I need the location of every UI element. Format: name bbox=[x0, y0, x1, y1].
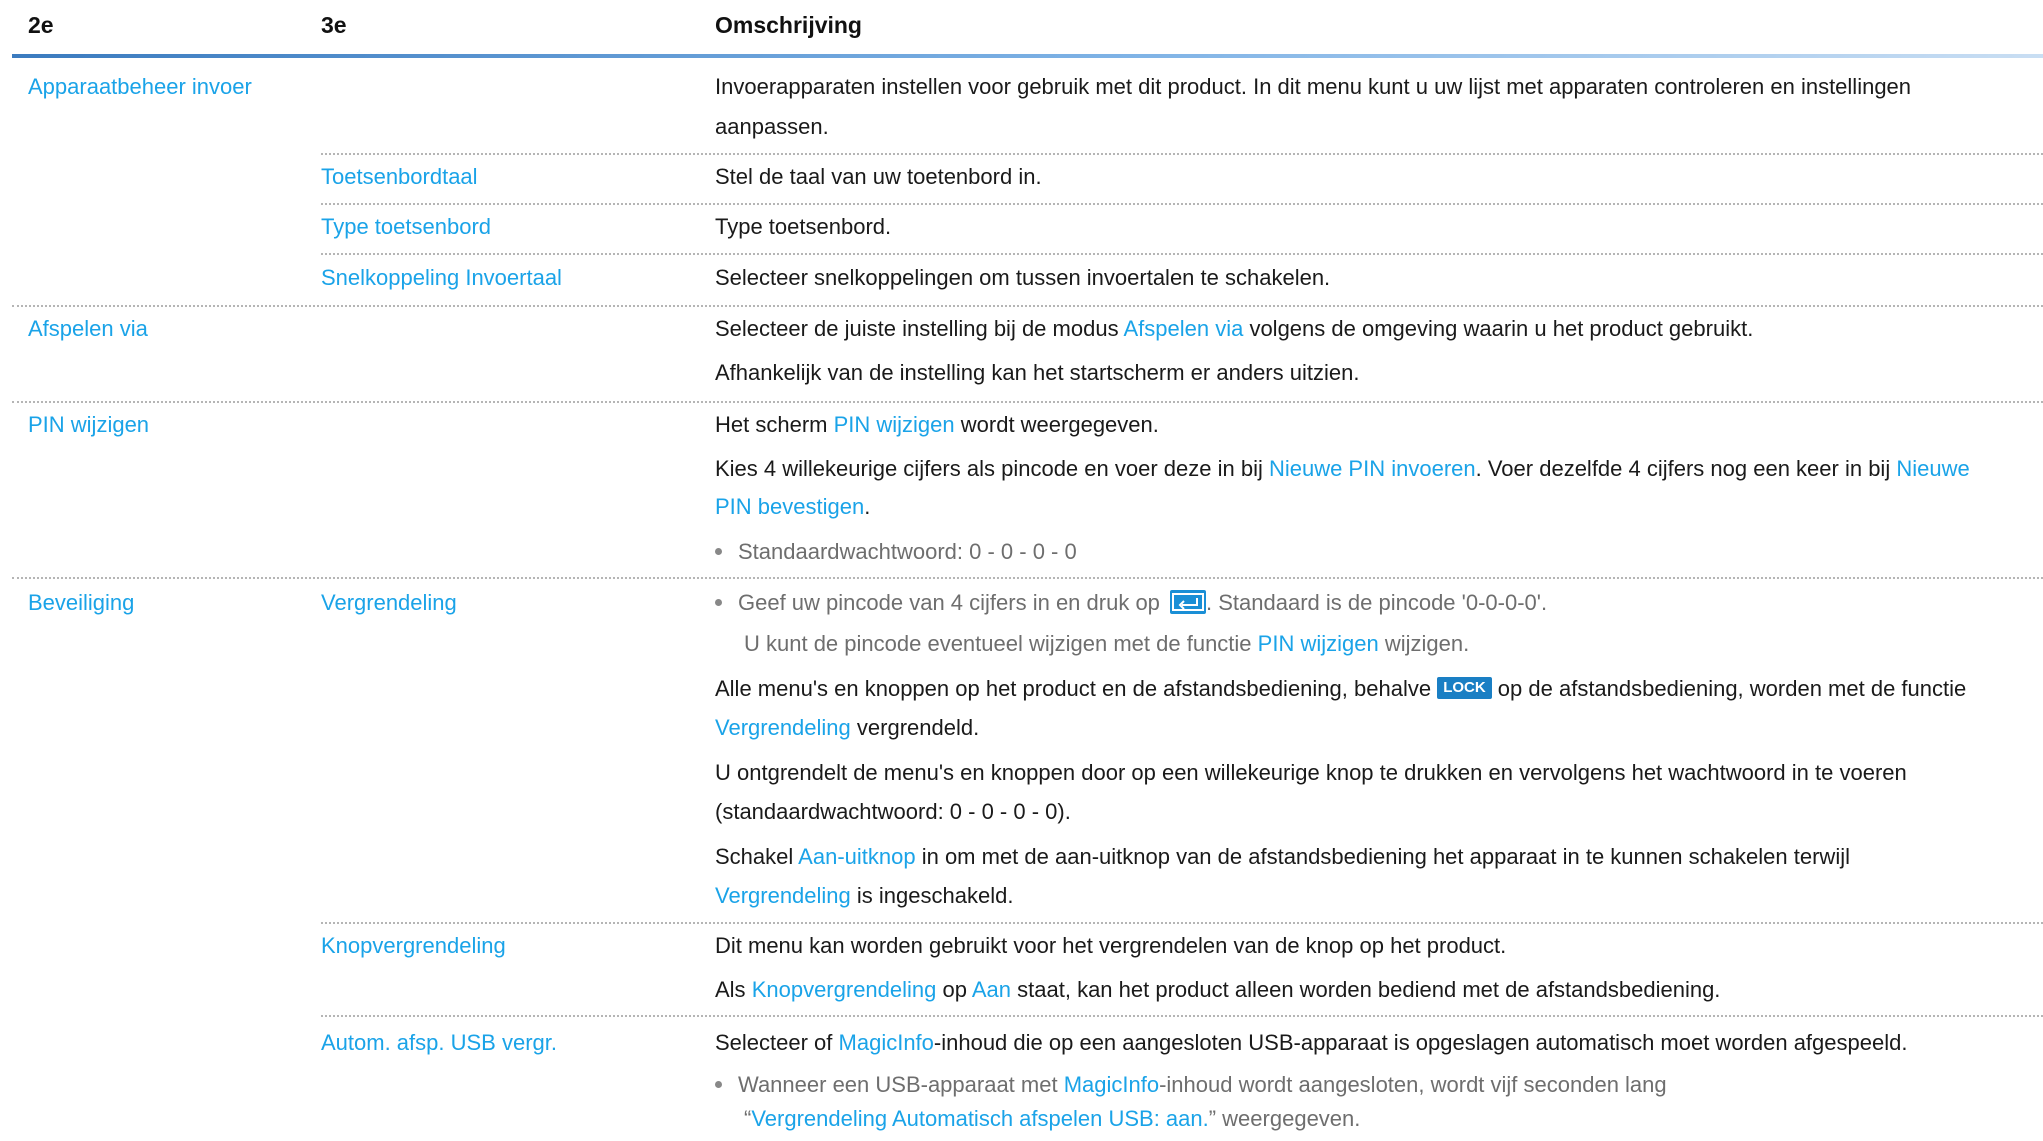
header-col-omschrijving: Omschrijving bbox=[715, 12, 862, 38]
submenu-snelkoppeling-invoertaal[interactable]: Snelkoppeling Invoertaal bbox=[321, 256, 562, 300]
link-aan-uitknop[interactable]: Aan-uitknop bbox=[798, 844, 915, 869]
menu-apparaatbeheer-invoer[interactable]: Apparaatbeheer invoer bbox=[28, 65, 252, 109]
link-pin-wijzigen[interactable]: PIN wijzigen bbox=[1258, 631, 1379, 656]
link-afspelen-via[interactable]: Afspelen via bbox=[1123, 316, 1243, 341]
submenu-autom-afsp-usb-vergr[interactable]: Autom. afsp. USB vergr. bbox=[321, 1021, 557, 1065]
link-magicinfo[interactable]: MagicInfo bbox=[1064, 1072, 1159, 1097]
enter-key-icon bbox=[1170, 590, 1207, 615]
menu-pin-wijzigen[interactable]: PIN wijzigen bbox=[28, 403, 149, 447]
submenu-vergrendeling[interactable]: Vergrendeling bbox=[321, 581, 457, 625]
desc-afspelen-line2: Afhankelijk van de instelling kan het st… bbox=[715, 360, 1360, 385]
desc-vergrendeling-p3: U ontgrendelt de menu's en knoppen door … bbox=[715, 760, 1907, 785]
row-separator bbox=[321, 203, 2043, 205]
row-separator bbox=[321, 153, 2043, 155]
header-rule bbox=[12, 54, 2043, 58]
desc-vergrendeling-p4: (standaardwachtwoord: 0 - 0 - 0 - 0). bbox=[715, 799, 1071, 824]
desc-autom-bullet-line2: “Vergrendeling Automatisch afspelen USB:… bbox=[744, 1106, 1361, 1131]
link-vergrendeling-automatisch-afspelen-usb[interactable]: Vergrendeling Automatisch afspelen USB: … bbox=[751, 1106, 1208, 1131]
link-nieuwe-pin-bevestigen[interactable]: Nieuwe bbox=[1896, 456, 1969, 481]
bullet-dot bbox=[715, 1080, 722, 1088]
desc-toetsenbordtaal: Stel de taal van uw toetenbord in. bbox=[715, 164, 1042, 189]
lock-button-badge: LOCK bbox=[1437, 677, 1492, 700]
table-header: 2e 3e Omschrijving bbox=[0, 0, 2043, 56]
bullet-dot bbox=[715, 547, 722, 555]
desc-afspelen-line1: Selecteer de juiste instelling bij de mo… bbox=[715, 316, 1754, 341]
link-nieuwe-pin-invoeren[interactable]: Nieuwe PIN invoeren bbox=[1269, 456, 1476, 481]
link-vergrendeling[interactable]: Vergrendeling bbox=[715, 715, 851, 740]
desc-vergrendeling-bullet-line2: U kunt de pincode eventueel wijzigen met… bbox=[744, 631, 1470, 656]
header-col-2e: 2e bbox=[28, 12, 54, 38]
menu-afspelen-via[interactable]: Afspelen via bbox=[28, 307, 148, 351]
header-col-3e: 3e bbox=[321, 12, 347, 38]
link-pin-wijzigen[interactable]: PIN wijzigen bbox=[834, 412, 955, 437]
row-separator bbox=[321, 253, 2043, 255]
submenu-toetsenbordtaal[interactable]: Toetsenbordtaal bbox=[321, 155, 478, 199]
desc-vergrendeling-bullet-line1: Geef uw pincode van 4 cijfers in en druk… bbox=[715, 581, 1547, 625]
submenu-knopvergrendeling[interactable]: Knopvergrendeling bbox=[321, 924, 506, 968]
submenu-type-toetsenbord[interactable]: Type toetsenbord bbox=[321, 205, 491, 249]
desc-knopvergrendeling-line1: Dit menu kan worden gebruikt voor het ve… bbox=[715, 933, 1507, 958]
desc-pin-line2: Kies 4 willekeurige cijfers als pincode … bbox=[715, 456, 1970, 481]
desc-type-toetsenbord: Type toetsenbord. bbox=[715, 214, 892, 239]
desc-apparaatbeheer-line1: Invoerapparaten instellen voor gebruik m… bbox=[715, 74, 1912, 99]
desc-apparaatbeheer-line2: aanpassen. bbox=[715, 114, 829, 139]
menu-beveiliging[interactable]: Beveiliging bbox=[28, 581, 134, 625]
desc-pin-line1: Het scherm PIN wijzigen wordt weergegeve… bbox=[715, 412, 1159, 437]
desc-autom-line1: Selecteer of MagicInfo-inhoud die op een… bbox=[715, 1030, 1908, 1055]
link-vergrendeling[interactable]: Vergrendeling bbox=[715, 883, 851, 908]
desc-vergrendeling-p6: Vergrendeling is ingeschakeld. bbox=[715, 883, 1014, 908]
bullet-dot bbox=[715, 598, 722, 606]
row-separator bbox=[321, 1015, 2043, 1017]
desc-vergrendeling-p5: Schakel Aan-uitknop in om met de aan-uit… bbox=[715, 844, 1850, 869]
link-pin-bevestigen[interactable]: PIN bevestigen bbox=[715, 494, 864, 519]
link-aan[interactable]: Aan bbox=[972, 977, 1011, 1002]
desc-vergrendeling-p2: Vergrendeling vergrendeld. bbox=[715, 715, 980, 740]
desc-knopvergrendeling-line2: Als Knopvergrendeling op Aan staat, kan … bbox=[715, 977, 1721, 1002]
link-knopvergrendeling[interactable]: Knopvergrendeling bbox=[752, 977, 937, 1002]
row-separator bbox=[12, 577, 2043, 579]
desc-pin-line3: PIN bevestigen. bbox=[715, 494, 871, 519]
desc-vergrendeling-p1: Alle menu's en knoppen op het product en… bbox=[715, 676, 1967, 701]
desc-snelkoppeling-invoertaal: Selecteer snelkoppelingen om tussen invo… bbox=[715, 265, 1331, 290]
desc-pin-bullet: Standaardwachtwoord: 0 - 0 - 0 - 0 bbox=[715, 530, 1077, 574]
link-magicinfo[interactable]: MagicInfo bbox=[839, 1030, 934, 1055]
